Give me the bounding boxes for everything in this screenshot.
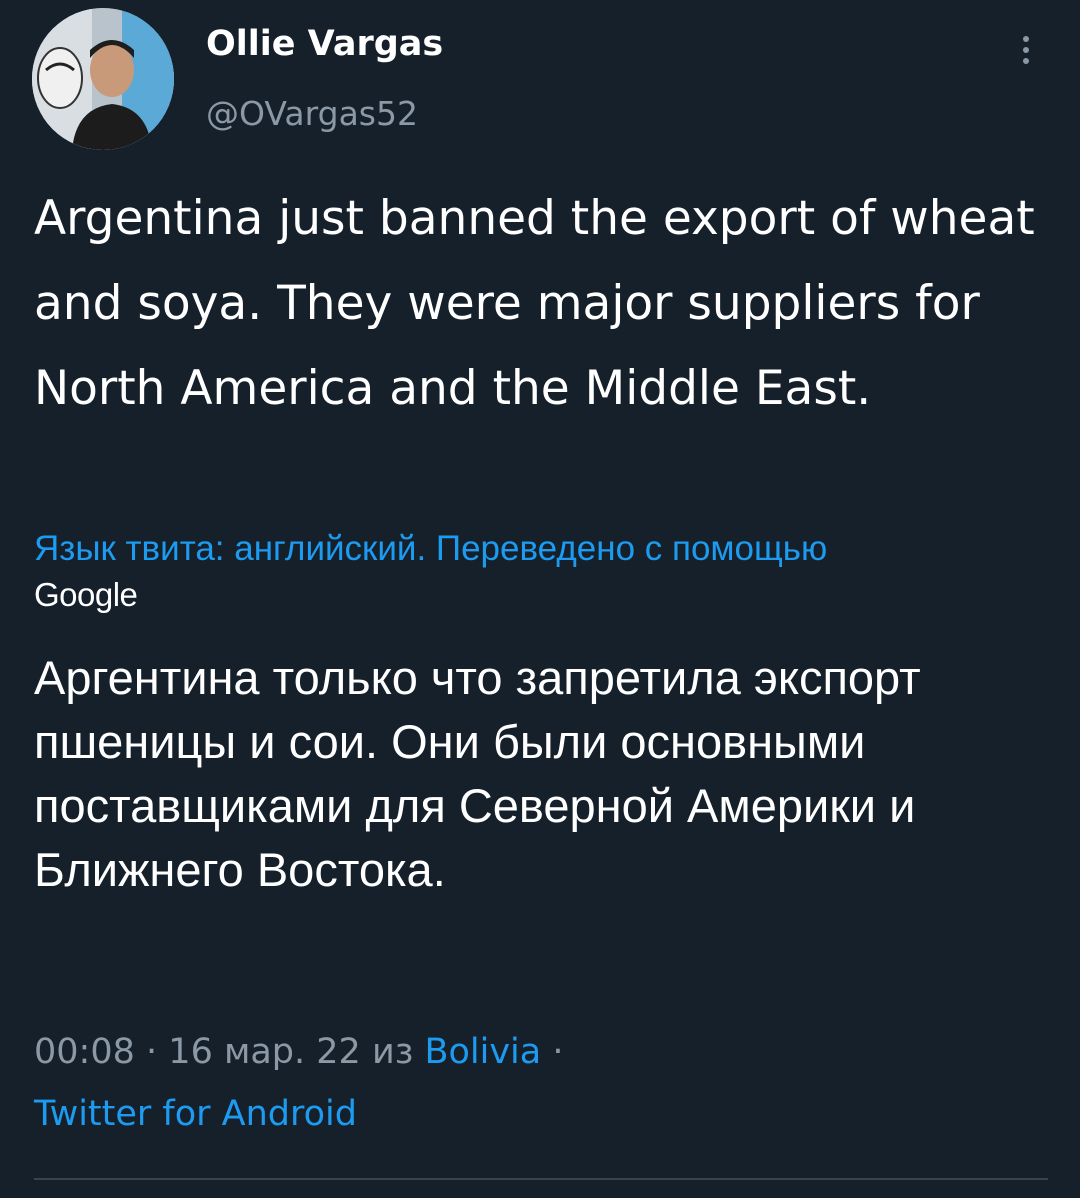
avatar-photo [32, 8, 174, 150]
meta-separator: · [552, 1032, 564, 1072]
tweet-time[interactable]: 00:08 [34, 1032, 135, 1072]
source-link[interactable]: Twitter for Android [34, 1094, 357, 1134]
avatar[interactable] [32, 8, 174, 150]
meta-separator: · [146, 1032, 158, 1072]
translation-note[interactable]: Язык твита: английский. Переведено с пом… [34, 528, 1044, 570]
from-label: из [371, 1032, 414, 1072]
more-vertical-icon [1023, 36, 1029, 42]
divider [34, 1178, 1048, 1180]
location-link[interactable]: Bolivia [424, 1032, 541, 1072]
translated-text: Аргентина только что запретила экспорт п… [34, 651, 921, 896]
tweet-detail: Ollie Vargas @OVargas52 Argentina just b… [0, 0, 1080, 1198]
more-options-button[interactable] [1006, 26, 1046, 74]
more-vertical-icon [1023, 58, 1029, 64]
tweet-meta: 00:08 · 16 мар. 22 из Bolivia · [34, 1032, 564, 1072]
tweet-date[interactable]: 16 мар. 22 [168, 1032, 361, 1072]
author-handle[interactable]: @OVargas52 [206, 94, 418, 133]
tweet-text: Argentina just banned the export of whea… [34, 191, 1035, 416]
google-logo: Google [34, 576, 138, 613]
author-name[interactable]: Ollie Vargas [206, 24, 443, 64]
more-vertical-icon [1023, 47, 1029, 53]
